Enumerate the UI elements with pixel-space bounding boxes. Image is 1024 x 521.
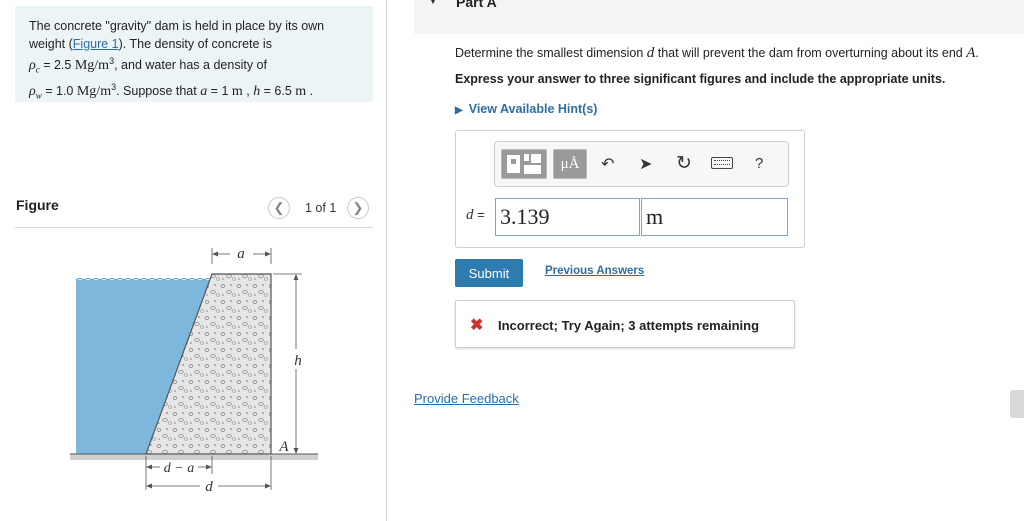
caret-right-icon: ▶ [455,105,463,116]
figure-prev-button[interactable]: ❮ [268,197,290,219]
rho-c-value: = 2.5 [39,58,75,73]
undo-icon[interactable]: ↶ [601,154,614,174]
units-button[interactable]: μÅ [553,149,587,179]
chevron-right-icon: ❯ [352,200,364,215]
part-header[interactable] [414,0,1024,34]
side-scroll-tab[interactable] [1010,390,1024,418]
templates-icon [507,154,541,174]
label-d-minus-a: d − a [164,461,194,476]
label-A: A [278,439,289,455]
keyboard-icon[interactable] [711,157,733,169]
x-icon: ✖ [470,317,484,334]
problem-intro-end: ). The density of concrete is [118,36,272,51]
chevron-left-icon: ❮ [273,200,285,215]
a-value: = 1 [207,84,232,99]
water-surface [75,278,213,281]
templates-button[interactable] [501,149,547,179]
feedback-message: Incorrect; Try Again; 3 attempts remaini… [498,318,760,333]
label-h: h [294,353,302,369]
rho-c-tail: , and water has a density of [114,58,267,73]
figure-1-link[interactable]: Figure 1 [73,37,119,51]
help-button[interactable]: ? [755,155,763,172]
math-toolbar: μÅ ↶ ➤ ↻ ? [494,141,789,187]
answer-label: d = [466,207,485,223]
question-instruction: Express your answer to three significant… [455,72,946,86]
rho-w-value: = 1.0 [41,84,77,99]
rho-c-symbol: ρ [29,58,36,74]
h-value: = 6.5 [260,84,296,99]
figure-title: Figure [16,197,59,213]
label-a-top: a [237,246,245,262]
h-unit: m [295,84,307,100]
panel-divider [386,0,387,521]
reset-icon[interactable]: ↻ [676,152,692,175]
caret-down-icon: ▼ [428,0,438,7]
rho-w-unit: Mg/m [76,84,112,100]
rho-c-unit: Mg/m [74,58,110,74]
answer-unit-input[interactable] [641,198,788,236]
view-hints-link[interactable]: ▶ View Available Hint(s) [455,102,597,116]
figure-pager: 1 of 1 [305,201,337,215]
dam-figure: a h A d − a d [70,246,318,495]
rho-w-tail: . Suppose that [116,84,201,99]
problem-statement: The concrete "gravity" dam is held in pl… [15,6,373,102]
label-d: d [205,479,213,495]
answer-value-input[interactable] [495,198,640,236]
figure-divider [15,227,373,228]
provide-feedback-link[interactable]: Provide Feedback [414,391,519,406]
rho-w-symbol: ρ [29,84,36,100]
figure-next-button[interactable]: ❯ [347,197,369,219]
previous-answers-link[interactable]: Previous Answers [545,265,644,277]
submit-button[interactable]: Submit [455,259,523,287]
question-text: Determine the smallest dimension d that … [455,45,979,61]
a-unit: m [231,84,243,100]
part-title: Part A [456,0,497,10]
redo-icon[interactable]: ➤ [639,154,652,174]
